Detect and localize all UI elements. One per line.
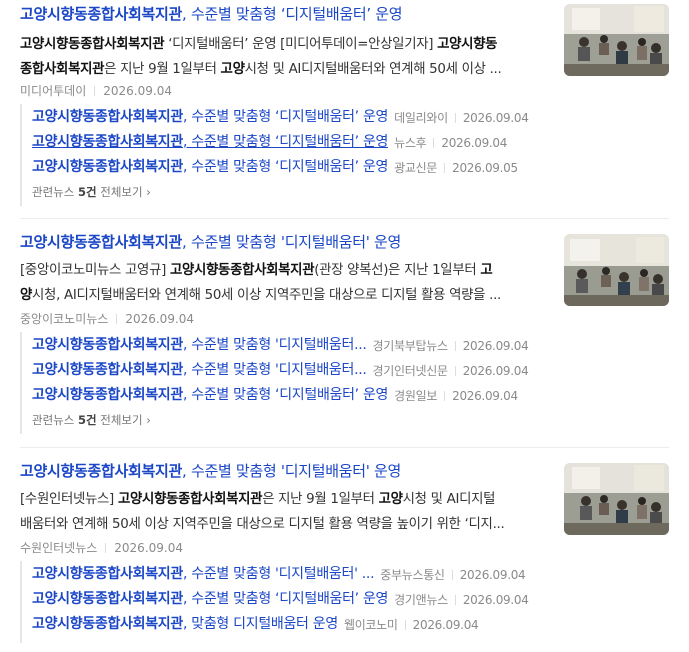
- divider: [20, 447, 669, 448]
- related-date: 2026.09.04: [462, 364, 529, 378]
- related-source[interactable]: 뉴스후: [394, 136, 427, 150]
- snippet-line: [수원인터넷뉴스] 고양시향동종합사회복지관은 지난 9월 1일부터 고양시청 …: [20, 487, 545, 512]
- news-title-link[interactable]: 고양시향동종합사회복지관, 수준별 맞춤형 ‘디지털배움터’ 운영: [20, 3, 403, 25]
- related-news-item[interactable]: 고양시향동종합사회복지관, 수준별 맞춤형 ‘디지털배움터’ 운영 데일리와이 20…: [32, 106, 529, 126]
- snippet-text: 은 지난 9월 1일부터: [262, 492, 379, 507]
- snippet-line: [중앙이코노미뉴스 고영규] 고양시향동종합사회복지관(관장 양복선)은 지난 …: [20, 258, 545, 283]
- divider: [20, 218, 669, 219]
- news-meta: 수원인터넷뉴스 2026.09.04: [20, 539, 183, 556]
- snippet-text: 시청 및 AI디지털배움터와 연계해 50세 이상 ...: [244, 62, 502, 77]
- related-date: 2026.09.04: [452, 389, 518, 403]
- news-date: 2026.09.04: [114, 541, 183, 555]
- snippet-text: (관장 양복선)은 지난 1일부터: [314, 263, 481, 278]
- news-date: 2026.09.04: [125, 312, 195, 326]
- related-source[interactable]: 데일리와이: [394, 111, 448, 125]
- snippet-highlight: 종합사회복지관: [20, 62, 105, 77]
- related-source[interactable]: 중부뉴스통신: [380, 568, 445, 582]
- news-snippet: 고양시향동종합사회복지관 ‘디지털배움터’ 운영 [미디어투데이=안상일기자] …: [20, 32, 545, 82]
- news-thumbnail[interactable]: [564, 4, 669, 76]
- related-news: 고양시향동종합사회복지관, 수준별 맞춤형 ‘디지털배움터’ 운영 데일리와이 20…: [20, 104, 557, 206]
- news-results-list: 고양시향동종합사회복지관, 수준별 맞춤형 ‘디지털배움터’ 운영 고양시향동종…: [0, 0, 689, 652]
- related-title[interactable]: 고양시향동종합사회복지관, 수준별 맞춤형 ‘디지털배움터’ 운영: [32, 131, 388, 151]
- news-title-link[interactable]: 고양시향동종합사회복지관, 수준별 맞춤형 '디지털배움터' 운영: [20, 460, 401, 482]
- snippet-highlight: 고양: [220, 62, 245, 77]
- related-news-item[interactable]: 고양시향동종합사회복지관, 수준별 맞춤형 ‘디지털배움터’ 운영 뉴스후 2026…: [32, 131, 507, 151]
- news-source[interactable]: 미디어투데이: [20, 84, 86, 98]
- snippet-line: 양시청, AI디지털배움터와 연계해 50세 이상 지역주민을 대상으로 디지털…: [20, 283, 545, 308]
- related-news-item[interactable]: 고양시향동종합사회복지관, 수준별 맞춤형 ‘디지털배움터’ 운영 광교신문 202…: [32, 156, 518, 176]
- related-source[interactable]: 경기인터넷신문: [373, 364, 448, 378]
- snippet-text: [중앙이코노미뉴스 고영규]: [20, 263, 170, 278]
- news-title-link[interactable]: 고양시향동종합사회복지관, 수준별 맞춤형 '디지털배움터' 운영: [20, 231, 401, 253]
- related-title[interactable]: 고양시향동종합사회복지관, 수준별 맞춤형 ‘디지털배움터’ 운영: [32, 384, 388, 404]
- related-news-item[interactable]: 고양시향동종합사회복지관, 수준별 맞춤형 '디지털배움터' ... 중부뉴스통신…: [32, 563, 526, 583]
- news-date: 2026.09.04: [103, 84, 172, 98]
- related-source[interactable]: 웹이코노미: [344, 618, 398, 632]
- snippet-text: 시청, AI디지털배움터와 연계해 50세 이상 지역주민을 대상으로 디지털 …: [32, 288, 501, 303]
- related-date: 2026.09.04: [412, 618, 479, 632]
- news-source[interactable]: 중앙이코노미뉴스: [20, 312, 108, 326]
- news-meta: 중앙이코노미뉴스 2026.09.04: [20, 310, 194, 327]
- related-date: 2026.09.04: [441, 136, 508, 150]
- related-title[interactable]: 고양시향동종합사회복지관, 수준별 맞춤형 ‘디지털배움터’ 운영: [32, 588, 388, 608]
- snippet-highlight: 고양시향동종합사회복지관: [169, 263, 315, 278]
- snippet-highlight: 고양시향동: [437, 37, 498, 52]
- classroom-photo-image: [564, 4, 669, 76]
- news-source[interactable]: 수원인터넷뉴스: [20, 541, 97, 555]
- snippet-highlight: 고양: [378, 492, 403, 507]
- snippet-text: ‘디지털배움터’ 운영 [미디어투데이=안상일기자]: [164, 37, 438, 52]
- related-title[interactable]: 고양시향동종합사회복지관, 수준별 맞춤형 '디지털배움터' ...: [32, 563, 374, 583]
- related-title[interactable]: 고양시향동종합사회복지관, 맞춤형 디지털배움터 운영: [32, 613, 338, 633]
- related-source[interactable]: 경기북부탑뉴스: [373, 339, 448, 353]
- view-all-related-link[interactable]: 관련뉴스 5건 전체보기 ›: [32, 412, 151, 428]
- news-snippet: [수원인터넷뉴스] 고양시향동종합사회복지관은 지난 9월 1일부터 고양시청 …: [20, 487, 545, 537]
- related-date: 2026.09.05: [452, 161, 518, 175]
- related-news-item[interactable]: 고양시향동종합사회복지관, 수준별 맞춤형 '디지털배움터... 경기인터넷신문 2…: [32, 359, 529, 379]
- related-news: 고양시향동종합사회복지관, 수준별 맞춤형 '디지털배움터' ... 중부뉴스통신…: [20, 561, 557, 643]
- news-thumbnail[interactable]: [564, 463, 669, 535]
- related-news-item[interactable]: 고양시향동종합사회복지관, 수준별 맞춤형 ‘디지털배움터’ 운영 경원일보 202…: [32, 384, 518, 404]
- related-title[interactable]: 고양시향동종합사회복지관, 수준별 맞춤형 ‘디지털배움터’ 운영: [32, 106, 388, 126]
- news-snippet: [중앙이코노미뉴스 고영규] 고양시향동종합사회복지관(관장 양복선)은 지난 …: [20, 258, 545, 308]
- snippet-text: 배움터와 연계해 50세 이상 지역주민을 대상으로 디지털 활용 역량을 높이…: [20, 517, 505, 532]
- snippet-highlight: 고양시향동종합사회복지관: [117, 492, 263, 507]
- related-date: 2026.09.04: [462, 111, 529, 125]
- chevron-right-icon: ›: [146, 185, 151, 199]
- classroom-photo-image: [564, 463, 669, 535]
- snippet-highlight: 양: [20, 288, 33, 303]
- related-date: 2026.09.04: [462, 593, 529, 607]
- related-date: 2026.09.04: [462, 339, 529, 353]
- news-thumbnail[interactable]: [564, 234, 669, 306]
- related-news: 고양시향동종합사회복지관, 수준별 맞춤형 '디지털배움터... 경기북부탑뉴스 2…: [20, 332, 557, 434]
- news-meta: 미디어투데이 2026.09.04: [20, 82, 172, 99]
- related-title[interactable]: 고양시향동종합사회복지관, 수준별 맞춤형 ‘디지털배움터’ 운영: [32, 156, 388, 176]
- snippet-line: 고양시향동종합사회복지관 ‘디지털배움터’ 운영 [미디어투데이=안상일기자] …: [20, 32, 545, 57]
- related-source[interactable]: 광교신문: [394, 161, 437, 175]
- view-all-related-link[interactable]: 관련뉴스 5건 전체보기 ›: [32, 184, 151, 200]
- snippet-text: 은 지난 9월 1일부터: [104, 62, 221, 77]
- related-news-item[interactable]: 고양시향동종합사회복지관, 수준별 맞춤형 ‘디지털배움터’ 운영 경기앤뉴스 20…: [32, 588, 529, 608]
- related-date: 2026.09.04: [459, 568, 526, 582]
- snippet-line: 배움터와 연계해 50세 이상 지역주민을 대상으로 디지털 활용 역량을 높이…: [20, 512, 545, 537]
- related-title[interactable]: 고양시향동종합사회복지관, 수준별 맞춤형 '디지털배움터...: [32, 334, 367, 354]
- related-news-item[interactable]: 고양시향동종합사회복지관, 맞춤형 디지털배움터 운영 웹이코노미 2026.09.…: [32, 613, 479, 633]
- related-source[interactable]: 경기앤뉴스: [394, 593, 448, 607]
- snippet-text: [수원인터넷뉴스]: [20, 492, 118, 507]
- chevron-right-icon: ›: [146, 413, 151, 427]
- snippet-highlight: 고: [480, 263, 493, 278]
- snippet-line: 종합사회복지관은 지난 9월 1일부터 고양시청 및 AI디지털배움터와 연계해…: [20, 57, 545, 82]
- related-source[interactable]: 경원일보: [394, 389, 437, 403]
- snippet-text: 시청 및 AI디지털: [402, 492, 496, 507]
- snippet-highlight: 고양시향동종합사회복지관: [20, 37, 165, 52]
- classroom-photo-image: [564, 234, 669, 306]
- related-news-item[interactable]: 고양시향동종합사회복지관, 수준별 맞춤형 '디지털배움터... 경기북부탑뉴스 2…: [32, 334, 529, 354]
- related-title[interactable]: 고양시향동종합사회복지관, 수준별 맞춤형 '디지털배움터...: [32, 359, 367, 379]
